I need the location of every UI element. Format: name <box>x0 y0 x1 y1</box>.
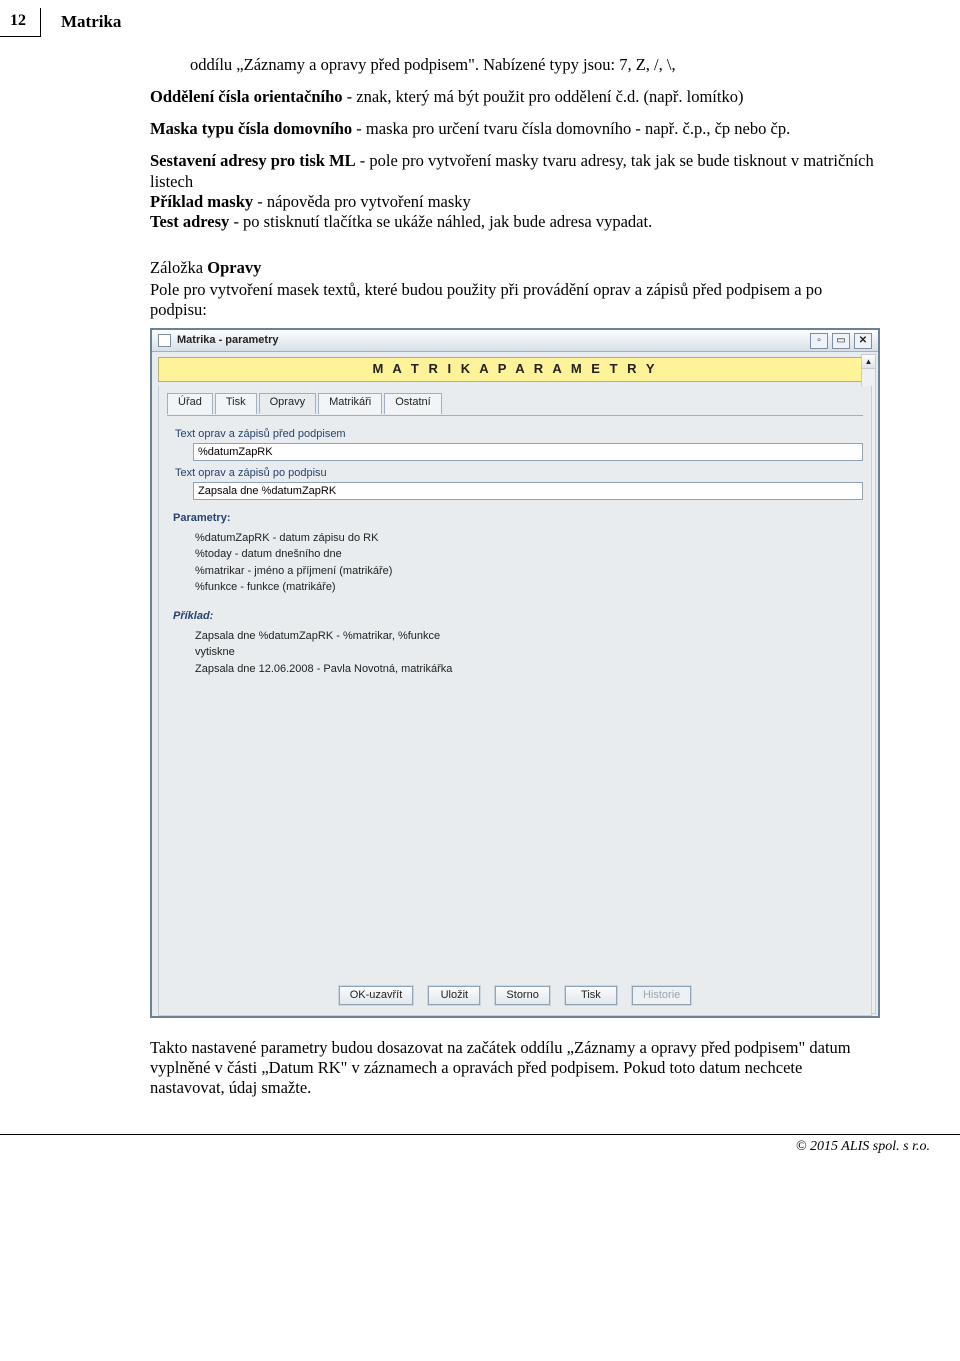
paragraph-intro: oddílu „Záznamy a opravy před podpisem".… <box>150 55 880 75</box>
button-bar: OK-uzavřít Uložit Storno Tisk Historie <box>159 986 871 1005</box>
params-header: Parametry: <box>173 512 857 525</box>
document-body: oddílu „Záznamy a opravy před podpisem".… <box>0 37 960 1120</box>
tab-strip: Úřad Tisk Opravy Matrikáři Ostatní <box>167 392 863 412</box>
input-text-po[interactable] <box>193 482 863 500</box>
print-button[interactable]: Tisk <box>565 986 617 1005</box>
term-priklad: Příklad masky <box>150 192 253 211</box>
zalozka-name: Opravy <box>207 258 261 277</box>
scroll-up-icon[interactable]: ▲ <box>862 355 875 369</box>
page-footer: © 2015 ALIS spol. s r.o. <box>0 1134 960 1165</box>
paragraph-maska: Maska typu čísla domovního - maska pro u… <box>150 119 880 139</box>
term-maska: Maska typu čísla domovního <box>150 119 352 138</box>
term-oddeleni: Oddělení čísla orientačního <box>150 87 343 106</box>
tab-panel-opravy: Text oprav a zápisů před podpisem Text o… <box>167 415 863 685</box>
desc-test: - po stisknutí tlačítka se ukáže náhled,… <box>229 212 652 231</box>
example-line: Zapsala dne %datumZapRK - %matrikar, %fu… <box>195 630 857 643</box>
params-list: %datumZapRK - datum zápisu do RK %today … <box>173 532 857 595</box>
example-header: Příklad: <box>173 610 857 623</box>
paragraph-oddeleni: Oddělení čísla orientačního - znak, kter… <box>150 87 880 107</box>
page-header: 12 Matrika <box>0 0 960 37</box>
window-icon <box>158 334 171 347</box>
save-button[interactable]: Uložit <box>428 986 480 1005</box>
example-line: Zapsala dne 12.06.2008 - Pavla Novotná, … <box>195 663 857 676</box>
desc-maska: - maska pro určení tvaru čísla domovního… <box>352 119 790 138</box>
cancel-button[interactable]: Storno <box>495 986 549 1005</box>
tab-tisk[interactable]: Tisk <box>215 393 257 413</box>
paragraph-priklad: Příklad masky - nápověda pro vytvoření m… <box>150 192 880 212</box>
paragraph-sestaveni: Sestavení adresy pro tisk ML - pole pro … <box>150 151 880 191</box>
minimize-button[interactable]: ▫ <box>810 333 828 349</box>
close-button[interactable]: ✕ <box>854 333 872 349</box>
tab-urad[interactable]: Úřad <box>167 393 213 413</box>
param-item: %datumZapRK - datum zápisu do RK <box>195 532 857 545</box>
term-sestaveni: Sestavení adresy pro tisk ML <box>150 151 356 170</box>
example-block: Zapsala dne %datumZapRK - %matrikar, %fu… <box>173 630 857 676</box>
input-text-pred[interactable] <box>193 443 863 461</box>
window-controls: ▫ ▭ ✕ <box>810 333 872 349</box>
label-text-pred: Text oprav a zápisů před podpisem <box>175 428 857 441</box>
tab-ostatni[interactable]: Ostatní <box>384 393 441 413</box>
header-title: Matrika <box>61 8 121 32</box>
paragraph-zalozka: Záložka Opravy <box>150 258 880 278</box>
window-banner: M A T R I K A P A R A M E T R Y <box>158 357 872 382</box>
tab-opravy[interactable]: Opravy <box>259 393 316 413</box>
window-title: Matrika - parametry <box>177 334 279 347</box>
maximize-button[interactable]: ▭ <box>832 333 850 349</box>
window-titlebar: Matrika - parametry ▫ ▭ ✕ <box>152 330 878 352</box>
term-test: Test adresy <box>150 212 229 231</box>
paragraph-closing: Takto nastavené parametry budou dosazova… <box>150 1038 880 1098</box>
app-window: Matrika - parametry ▫ ▭ ✕ ▲ M A T R I K … <box>150 328 880 1018</box>
desc-oddeleni: - znak, který má být použit pro oddělení… <box>343 87 744 106</box>
page-number: 12 <box>0 8 41 37</box>
ok-button[interactable]: OK-uzavřít <box>339 986 414 1005</box>
label-text-po: Text oprav a zápisů po podpisu <box>175 467 857 480</box>
paragraph-zalozka-desc: Pole pro vytvoření masek textů, které bu… <box>150 280 880 320</box>
param-item: %matrikar - jméno a příjmení (matrikáře) <box>195 565 857 578</box>
window-client-area: Úřad Tisk Opravy Matrikáři Ostatní Text … <box>158 386 872 1016</box>
paragraph-test: Test adresy - po stisknutí tlačítka se u… <box>150 212 880 232</box>
param-item: %today - datum dnešního dne <box>195 548 857 561</box>
history-button[interactable]: Historie <box>632 986 691 1005</box>
example-line: vytiskne <box>195 646 857 659</box>
param-item: %funkce - funkce (matrikáře) <box>195 581 857 594</box>
tab-matrikari[interactable]: Matrikáři <box>318 393 382 413</box>
zalozka-prefix: Záložka <box>150 258 207 277</box>
desc-priklad: - nápověda pro vytvoření masky <box>253 192 471 211</box>
